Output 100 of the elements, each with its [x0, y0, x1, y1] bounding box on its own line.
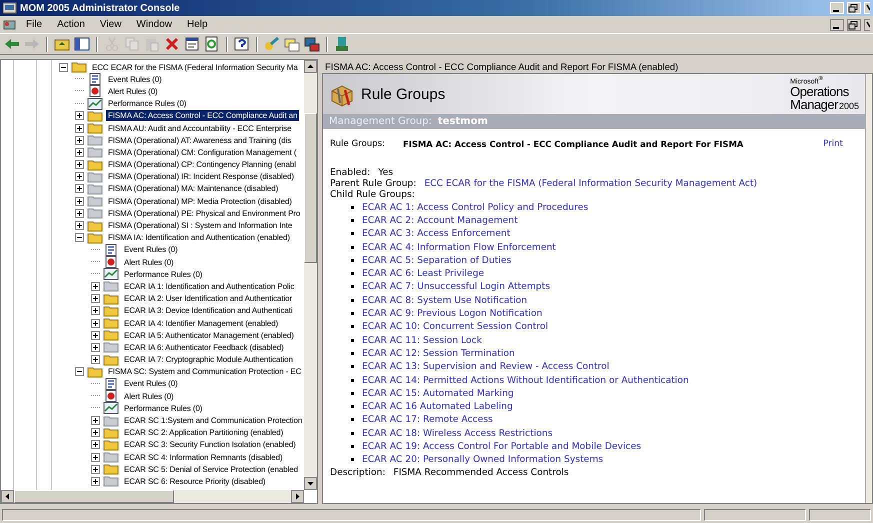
child-group-link[interactable]: ECAR AC 4: Information Flow Enforcement: [362, 242, 556, 253]
tree-item[interactable]: FISMA IA: Identification and Authentication (enabled): [106, 232, 292, 244]
horizontal-scrollbar[interactable]: [1, 490, 304, 503]
tree-item[interactable]: FISMA (Operational) MP: Media Protection (disabled): [106, 196, 294, 207]
expander-toggle[interactable]: [91, 355, 100, 364]
tree-item[interactable]: Alert Rules (0): [122, 256, 176, 268]
properties-icon[interactable]: [184, 36, 200, 52]
expander-toggle[interactable]: [91, 464, 100, 474]
tree-item[interactable]: ECAR SC 2: Application Partitioning (enabled): [122, 427, 286, 438]
expander-toggle[interactable]: [75, 148, 84, 157]
child-group-link[interactable]: ECAR AC 2: Account Management: [362, 215, 518, 226]
expander-toggle[interactable]: [91, 294, 100, 304]
expander-toggle[interactable]: [75, 136, 84, 145]
child-group-link[interactable]: ECAR AC 7: Unsuccessful Login Attempts: [362, 281, 550, 292]
menu-item[interactable]: File: [20, 19, 48, 30]
tree-item[interactable]: ECAR IA 4: Identifier Management (enabled): [122, 318, 280, 329]
child-group-link[interactable]: ECAR AC 15: Automated Marking: [362, 388, 514, 399]
child-group-link[interactable]: ECAR AC 20: Personally Owned Information Systems: [362, 454, 604, 466]
tree-item[interactable]: Event Rules (0): [106, 74, 164, 85]
expander-toggle[interactable]: [75, 160, 84, 170]
child-group-link[interactable]: ECAR AC 8: System Use Notification: [362, 294, 528, 306]
expander-toggle[interactable]: [91, 428, 100, 438]
delete-icon[interactable]: [164, 36, 180, 52]
tree-item[interactable]: ECAR IA 2: User Identification and Authenticatior: [122, 293, 294, 304]
minimize-button[interactable]: [830, 18, 844, 30]
restore-button[interactable]: [847, 18, 861, 30]
tree-item[interactable]: ECAR SC 1:System and Communication Protection: [122, 415, 304, 426]
tree-item[interactable]: FISMA (Operational) MA: Maintenance (disabled): [106, 183, 280, 194]
tree-item[interactable]: ECAR SC 6: Resource Priority (disabled): [122, 476, 268, 487]
menu-item[interactable]: View: [94, 19, 128, 30]
help-icon[interactable]: [234, 36, 250, 52]
expander-toggle[interactable]: [91, 306, 100, 316]
expander-toggle[interactable]: [75, 111, 84, 120]
child-group-link[interactable]: ECAR AC 16 Automated Labeling: [362, 401, 513, 412]
tree-item[interactable]: ECAR SC 5: Denial of Service Protection (enabled: [122, 464, 300, 475]
child-group-link[interactable]: ECAR AC 12: Session Termination: [362, 348, 515, 359]
menu-item[interactable]: Help: [181, 19, 214, 30]
scroll-thumb[interactable]: [14, 490, 174, 503]
scroll-down-button[interactable]: [304, 477, 317, 490]
tree-item[interactable]: Event Rules (0): [122, 244, 180, 256]
tree-item[interactable]: FISMA (Operational) AT: Awareness and Training (dis: [106, 134, 294, 146]
expander-toggle[interactable]: [75, 367, 84, 376]
tree-item[interactable]: FISMA (Operational) PE: Physical and Environment Pro: [106, 208, 302, 219]
tree-item[interactable]: FISMA (Operational) CP: Contingency Planning (enabl: [106, 159, 298, 170]
tree-item[interactable]: ECAR IA 7: Cryptographic Module Authentication: [122, 354, 295, 366]
tree-item[interactable]: ECAR IA 6: Authenticator Feedback (disabled): [122, 342, 286, 353]
expander-toggle[interactable]: [75, 184, 84, 194]
scroll-left-button[interactable]: [1, 490, 14, 503]
expander-toggle[interactable]: [91, 330, 100, 340]
expander-toggle[interactable]: [75, 221, 84, 230]
tree-item[interactable]: FISMA (Operational) SI : System and Information Inte: [106, 220, 294, 232]
tree-item[interactable]: ECC ECAR for the FISMA (Federal Information Security Ma: [90, 62, 300, 73]
scroll-right-button[interactable]: [291, 490, 304, 503]
tree-item[interactable]: Event Rules (0): [122, 378, 180, 390]
tree-item[interactable]: Performance Rules (0): [106, 98, 188, 110]
expander-toggle[interactable]: [91, 452, 100, 462]
refresh-icon[interactable]: [204, 36, 220, 52]
tree-item[interactable]: ECAR IA 1: Identification and Authentication Polic: [122, 280, 296, 292]
print-link[interactable]: Print: [823, 139, 843, 149]
child-group-link[interactable]: ECAR AC 1: Access Control Policy and Procedures: [362, 202, 588, 213]
expander-toggle[interactable]: [75, 124, 84, 133]
expander-toggle[interactable]: [91, 476, 100, 486]
tree-item[interactable]: ECAR SC 3: Security Function Isolation (enabled): [122, 439, 298, 450]
tree-item[interactable]: FISMA (Operational) CM: Configuration Management (: [106, 146, 298, 158]
menu-item[interactable]: Window: [130, 19, 178, 30]
tree-item[interactable]: Alert Rules (0): [106, 86, 160, 97]
child-group-link[interactable]: ECAR AC 9: Previous Logon Notification: [362, 308, 542, 320]
expander-toggle[interactable]: [91, 440, 100, 450]
tree-item[interactable]: FISMA AC: Access Control - ECC Compliance Audit an: [106, 110, 300, 122]
vertical-scrollbar[interactable]: [304, 60, 317, 490]
child-group-link[interactable]: ECAR AC 14: Permitted Actions Without Identification or Authentication: [362, 374, 689, 386]
scroll-up-button[interactable]: [304, 60, 317, 73]
child-group-link[interactable]: ECAR AC 17: Remote Access: [362, 414, 493, 426]
expander-toggle[interactable]: [75, 233, 84, 242]
child-group-link[interactable]: ECAR AC 10: Concurrent Session Control: [362, 321, 548, 332]
scroll-thumb[interactable]: [304, 113, 317, 263]
expander-toggle[interactable]: [91, 416, 100, 426]
expander-toggle[interactable]: [91, 318, 100, 328]
tree-item[interactable]: ECAR IA 5: Authenticator Management (enabled): [122, 330, 296, 341]
child-group-link[interactable]: ECAR AC 11: Session Lock: [362, 334, 482, 346]
parent-group-link[interactable]: ECC ECAR for the FISMA (Federal Information Security Management Act): [424, 178, 758, 190]
close-button[interactable]: [864, 18, 870, 30]
tree-item[interactable]: ECAR SC 4: Information Remnants (disabled): [122, 452, 285, 463]
expander-toggle[interactable]: [59, 62, 68, 72]
child-group-link[interactable]: ECAR AC 19: Access Control For Portable and Mobile Devices: [362, 441, 642, 452]
expander-toggle[interactable]: [75, 172, 84, 182]
tree-item[interactable]: Alert Rules (0): [122, 390, 176, 402]
child-group-link[interactable]: ECAR AC 18: Wireless Access Restrictions: [362, 428, 552, 439]
tree-item[interactable]: FISMA AU: Audit and Accountability - ECC Enterprise: [106, 122, 294, 134]
tree-item[interactable]: Performance Rules (0): [122, 268, 204, 280]
back-arrow-icon[interactable]: [4, 36, 20, 52]
expander-toggle[interactable]: [75, 196, 84, 206]
vertical-scrollbar[interactable]: [865, 74, 872, 503]
child-group-link[interactable]: ECAR AC 6: Least Privilege: [362, 268, 484, 280]
menu-item[interactable]: Action: [51, 19, 91, 30]
child-group-link[interactable]: ECAR AC 13: Supervision and Review - Access Control: [362, 361, 610, 372]
tree-item[interactable]: ECAR IA 3: Device Identification and Authenticati: [122, 305, 295, 316]
child-group-link[interactable]: ECAR AC 5: Separation of Duties: [362, 254, 512, 266]
child-group-link[interactable]: ECAR AC 3: Access Enforcement: [362, 228, 510, 240]
tree-item[interactable]: Performance Rules (0): [122, 402, 204, 414]
